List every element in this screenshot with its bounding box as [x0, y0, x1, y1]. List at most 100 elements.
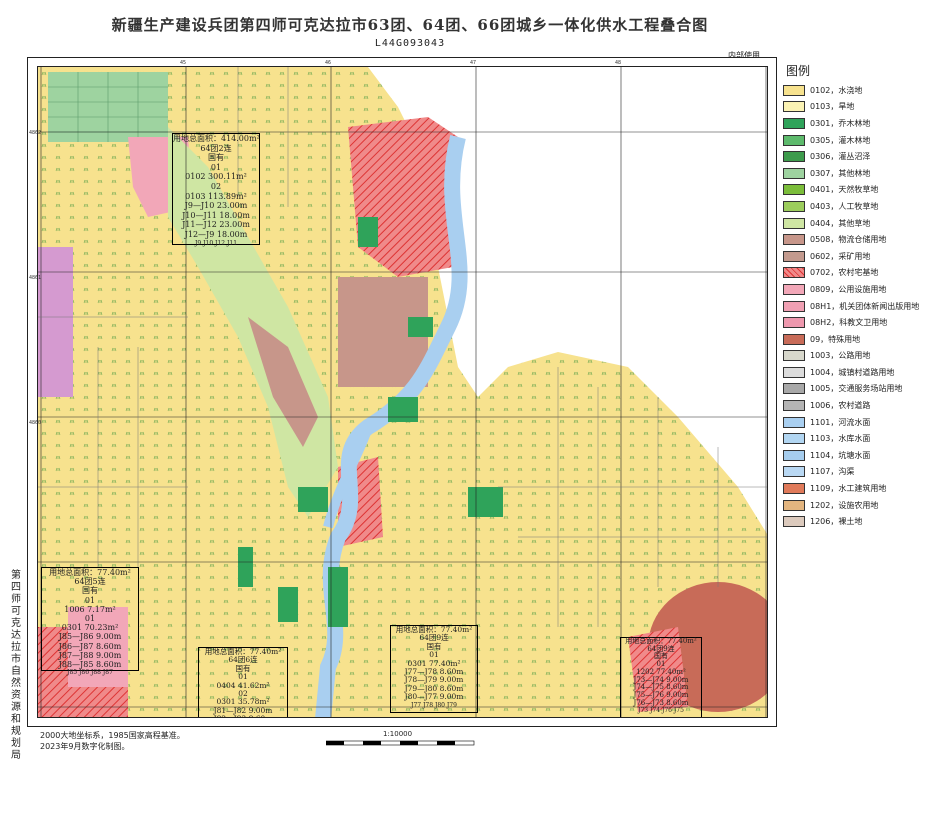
annotation-box[interactable]: 用地总面积：414.00m² 64团2连 国有 01 0102 300.11m² 02 01… [172, 133, 260, 247]
legend-label: 0102，水浇地 [810, 85, 863, 95]
legend-item: 1004，城镇村道路用地 [783, 364, 926, 381]
legend-label: 0103，旱地 [810, 102, 855, 112]
legend-label: 1003，公路用地 [810, 351, 871, 361]
legend: 0102，水浇地 0103，旱地 0301，乔木林地 0305，灌木林地 0306，灌丛… [783, 82, 926, 530]
legend-swatch [783, 466, 805, 478]
coord-top: 48 [615, 60, 622, 66]
legend-label: 0702，农村宅基地 [810, 268, 879, 278]
point-labels: J85 J86 J88 J87 [42, 669, 138, 676]
legend-swatch [783, 449, 805, 461]
annotation-line: 0301 70.23m² [61, 623, 119, 633]
legend-label: 0809，公用设施用地 [810, 284, 887, 294]
legend-label: 0305，灌木林地 [810, 135, 871, 145]
annotation-box[interactable]: 用地总面积：77.40m² 64团6连 国有 01 0404 41.62m² 02 0301… [198, 647, 288, 717]
annotation-line: J88—J85 8.60m [58, 660, 122, 670]
point-label: J74 [650, 707, 662, 715]
legend-title: 图例 [786, 64, 811, 78]
annotation-line: 国有 [82, 586, 98, 596]
annotation-line: 0102 300.11m² [185, 172, 247, 182]
legend-label: 08H1，机关团体新闻出版用地 [810, 301, 920, 311]
legend-label: 0508，物流仓储用地 [810, 235, 887, 245]
legend-swatch [783, 167, 805, 179]
legend-item: 1206，裸土地 [783, 513, 926, 530]
legend-label: 0602，采矿用地 [810, 251, 871, 261]
legend-item: 1103，水库水面 [783, 430, 926, 447]
special-area-left [38, 247, 73, 397]
point-label: J85 [67, 669, 79, 677]
legend-item: 08H2，科教文卫用地 [783, 314, 926, 331]
legend-label: 1104，坑塘水面 [810, 450, 871, 460]
point-label: J79 [446, 701, 457, 709]
legend-label: 09，特殊用地 [810, 334, 861, 344]
annotation-line: 用地总面积：77.40m² [49, 568, 131, 577]
legend-label: 1109，水工建筑用地 [810, 484, 887, 494]
legend-label: 0301，乔木林地 [810, 118, 871, 128]
legend-swatch [783, 151, 805, 163]
annotation-line: J76—J73 8.60m [633, 698, 689, 707]
annotation-line: 01 [210, 162, 222, 172]
annotation-box[interactable]: 用地总面积：77.40m² 64团9连 国有 01 0301 77.40m² J77—J7… [390, 625, 478, 713]
point-label: J73 [638, 707, 650, 715]
point-label: J80 [434, 701, 447, 709]
legend-label: 0307，其他林地 [810, 168, 871, 178]
legend-swatch [783, 250, 805, 262]
annotation-line: J80—J77 9.00m [404, 692, 464, 702]
point-labels: J77 J78 J80 J79 [391, 702, 477, 709]
legend-label: 0306，灌丛沼泽 [810, 152, 871, 162]
legend-item: 0301，乔木林地 [783, 115, 926, 132]
coord-left: 4862 [29, 130, 42, 136]
annotation-box[interactable]: 用地总面积：77.40m² 64团9连 国有 01 1202 77.40m² J73—J7… [620, 637, 702, 717]
coord-left: 4861 [29, 275, 42, 281]
legend-label: 1005，交通服务场站用地 [810, 384, 903, 394]
annotation-line: 1006 7.17m² [64, 604, 116, 614]
legend-item: 0307，其他林地 [783, 165, 926, 182]
coord-top: 45 [180, 60, 187, 66]
legend-swatch [783, 184, 805, 196]
annotation-line: J10—J11 18.00m [182, 210, 250, 220]
legend-swatch [783, 400, 805, 412]
legend-item: 0602，采矿用地 [783, 248, 926, 265]
legend-item: 0404，其他草地 [783, 215, 926, 232]
point-label: J12 [215, 239, 227, 247]
point-labels: J73 J74 J76 J75 [621, 707, 701, 714]
legend-label: 1206，裸土地 [810, 517, 863, 527]
land-use-map [38, 67, 767, 717]
annotation-line: 0103 113.89m² [185, 191, 247, 201]
point-label: J86 [79, 669, 91, 677]
legend-item: 0401，天然牧草地 [783, 182, 926, 199]
annotation-box[interactable]: 用地总面积：77.40m² 64团5连 国有 01 1006 7.17m² 01 0301 … [41, 567, 139, 676]
footnote-coordinate-system: 2000大地坐标系，1985国家高程基准。 [40, 731, 185, 740]
annotation-line: J86—J87 8.60m [58, 641, 122, 651]
annotation-line: 用地总面积：414.00m² [173, 134, 260, 143]
side-organization: 第四师可克达拉市自然资源和规划局 [11, 570, 21, 761]
legend-item: 1101，河流水面 [783, 414, 926, 431]
scale-bar [326, 740, 475, 746]
legend-swatch [783, 366, 805, 378]
legend-swatch [783, 433, 805, 445]
point-label: J9 [194, 239, 204, 247]
legend-item: 0809，公用设施用地 [783, 281, 926, 298]
legend-swatch [783, 416, 805, 428]
annotation-line: 01 [84, 614, 96, 624]
legend-swatch [783, 84, 805, 96]
annotation-line: 01 [84, 595, 96, 605]
scale-ratio: 1:10000 [383, 730, 413, 738]
map-canvas[interactable]: 用地总面积：414.00m² 64团2连 国有 01 0102 300.11m² 02 01… [37, 66, 768, 718]
legend-item: 09，特殊用地 [783, 331, 926, 348]
legend-swatch [783, 317, 805, 329]
legend-swatch [783, 516, 805, 528]
legend-swatch [783, 117, 805, 129]
legend-swatch [783, 200, 805, 212]
point-label: J87 [102, 669, 113, 677]
annotation-line: 64团2连 [200, 143, 232, 153]
annotation-line: 国有 [208, 153, 224, 163]
legend-label: 1202，设施农用地 [810, 500, 879, 510]
legend-swatch [783, 333, 805, 345]
legend-label: 0404，其他草地 [810, 218, 871, 228]
annotation-line: J11—J12 23.00m [182, 220, 250, 230]
map-title: 新疆生产建设兵团第四师可克达拉市63团、64团、66团城乡一体化供水工程叠合图 [111, 16, 709, 34]
legend-label: 1103，水库水面 [810, 434, 871, 444]
legend-swatch [783, 499, 805, 511]
point-label: J11 [227, 239, 238, 247]
annotation-line: J12—J9 18.00m [184, 229, 248, 239]
